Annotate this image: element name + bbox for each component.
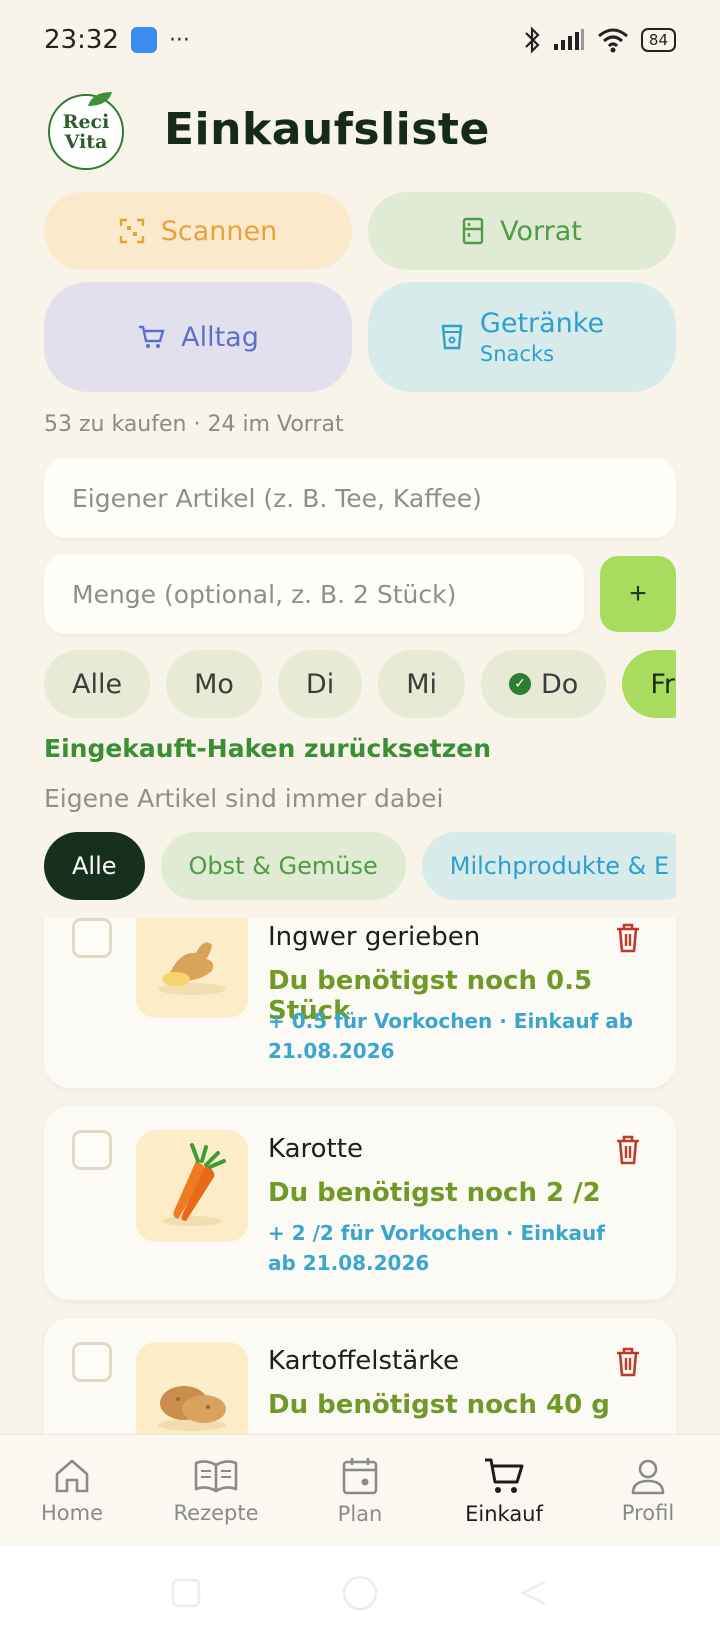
getraenke-button[interactable]: Getränke Snacks — [368, 282, 676, 392]
list-item: Ingwer gerieben Du benötigst noch 0.5 St… — [44, 918, 676, 1088]
user-icon — [631, 1459, 665, 1494]
day-chip-label: Do — [541, 668, 579, 700]
app-notification-icon — [130, 27, 157, 53]
day-chip-label: Mo — [194, 668, 234, 700]
ginger-icon — [136, 918, 248, 1018]
logo-text-vita: Vita — [64, 131, 108, 153]
recent-apps-icon[interactable] — [171, 1578, 201, 1608]
add-item-button[interactable]: + — [600, 556, 676, 632]
day-chip-fr[interactable]: Fr — [622, 650, 676, 718]
item-extra: + 2 /2 für Vorkochen · Einkauf ab 21.08.… — [268, 1221, 605, 1275]
day-chip-alle[interactable]: Alle — [44, 650, 151, 718]
battery-indicator: 84 — [640, 28, 676, 52]
filter-chip-label: Milchprodukte & E — [449, 852, 670, 880]
custom-item-input[interactable] — [44, 458, 676, 538]
filter-chip-alle[interactable]: Alle — [44, 832, 145, 900]
cup-icon — [441, 324, 463, 350]
item-name: Karotte — [268, 1134, 363, 1164]
home-circle-icon[interactable] — [341, 1574, 379, 1612]
nav-label: Plan — [337, 1501, 383, 1526]
filter-chip-milchprodukte[interactable]: Milchprodukte & E — [421, 832, 676, 900]
nav-label: Rezepte — [173, 1500, 259, 1525]
list-item: Kartoffelstärke Du benötigst noch 40 g — [44, 1318, 676, 1434]
page-title: Einkaufsliste — [164, 104, 490, 155]
item-name: Ingwer gerieben — [268, 922, 481, 952]
bluetooth-icon — [525, 26, 540, 54]
potato-icon — [136, 1342, 248, 1434]
alltag-label: Alltag — [181, 321, 259, 353]
logo-text-reci: Reci — [62, 111, 110, 133]
item-need: Du benötigst noch 40 g — [268, 1390, 610, 1420]
nav-item-plan[interactable]: Plan — [295, 1456, 425, 1526]
day-chip-mi[interactable]: Mi — [378, 650, 466, 718]
calendar-icon — [342, 1457, 378, 1494]
day-chip-label: Mi — [406, 668, 438, 700]
shopping-list[interactable]: Ingwer gerieben Du benötigst noch 0.5 St… — [0, 918, 720, 1434]
list-item: Karotte Du benötigst noch 2 /2 + 2 /2 fü… — [44, 1106, 676, 1300]
reset-checks-link[interactable]: Eingekauft-Haken zurücksetzen — [44, 734, 491, 763]
day-chip-label: Alle — [72, 668, 123, 700]
filter-chip-obst-gemuese[interactable]: Obst & Gemüse — [160, 832, 406, 900]
nav-item-profil[interactable]: Profil — [583, 1457, 713, 1525]
leaf-icon — [88, 92, 112, 106]
scan-button[interactable]: Scannen — [44, 192, 352, 270]
day-chip-label: Fr — [650, 668, 675, 700]
cart-icon — [485, 1458, 524, 1493]
quantity-input[interactable] — [44, 554, 584, 634]
category-filter: Alle Obst & Gemüse Milchprodukte & E — [44, 832, 676, 902]
trash-icon[interactable] — [614, 1134, 642, 1166]
day-chip-do[interactable]: ✓ Do — [481, 650, 607, 718]
item-counts: 53 zu kaufen · 24 im Vorrat — [44, 412, 344, 437]
system-nav-bar — [0, 1546, 720, 1640]
item-checkbox[interactable] — [72, 1130, 112, 1170]
vorrat-button[interactable]: Vorrat — [368, 192, 676, 270]
day-chip-label: Di — [305, 668, 335, 700]
day-filter: Alle Mo Di Mi ✓ Do Fr — [44, 650, 676, 720]
custom-items-note: Eigene Artikel sind immer dabei — [44, 784, 444, 813]
alltag-button[interactable]: Alltag — [44, 282, 352, 392]
cart-icon — [139, 325, 165, 348]
scan-icon — [119, 218, 144, 244]
vorrat-label: Vorrat — [500, 215, 582, 247]
nav-item-home[interactable]: Home — [7, 1457, 137, 1525]
status-time: 23:32 — [44, 25, 119, 55]
nav-label: Einkauf — [465, 1501, 543, 1526]
getraenke-label: Getränke — [479, 308, 605, 339]
nav-item-einkauf[interactable]: Einkauf — [439, 1456, 569, 1526]
scan-label: Scannen — [160, 215, 278, 247]
bottom-nav: Home Rezepte Plan Einkauf Profil — [0, 1434, 720, 1546]
signal-icon — [553, 29, 584, 50]
nav-label: Home — [40, 1500, 103, 1525]
item-name: Kartoffelstärke — [268, 1346, 459, 1376]
book-icon — [194, 1459, 238, 1492]
item-checkbox[interactable] — [72, 918, 112, 958]
trash-icon[interactable] — [614, 922, 642, 954]
app-logo: Reci Vita — [48, 92, 124, 170]
carrot-icon — [136, 1130, 248, 1242]
back-icon[interactable] — [519, 1578, 549, 1608]
nav-label: Profil — [621, 1500, 675, 1525]
wifi-icon — [597, 28, 628, 53]
item-need: Du benötigst noch 2 /2 — [268, 1178, 601, 1208]
fridge-icon — [462, 217, 484, 245]
check-icon: ✓ — [509, 673, 532, 695]
more-notifications-icon: ··· — [168, 27, 190, 53]
day-chip-mo[interactable]: Mo — [166, 650, 262, 718]
status-bar: 23:32 ··· 84 — [44, 20, 676, 60]
getraenke-sublabel: Snacks — [479, 341, 555, 366]
item-extra: + 0.5 für Vorkochen · Einkauf ab 21.08.2… — [268, 1009, 634, 1063]
filter-chip-label: Obst & Gemüse — [188, 852, 378, 880]
filter-chip-label: Alle — [72, 852, 117, 880]
item-checkbox[interactable] — [72, 1342, 112, 1382]
nav-item-rezepte[interactable]: Rezepte — [151, 1457, 281, 1525]
day-chip-di[interactable]: Di — [277, 650, 363, 718]
home-icon — [55, 1459, 89, 1492]
trash-icon[interactable] — [614, 1346, 642, 1378]
